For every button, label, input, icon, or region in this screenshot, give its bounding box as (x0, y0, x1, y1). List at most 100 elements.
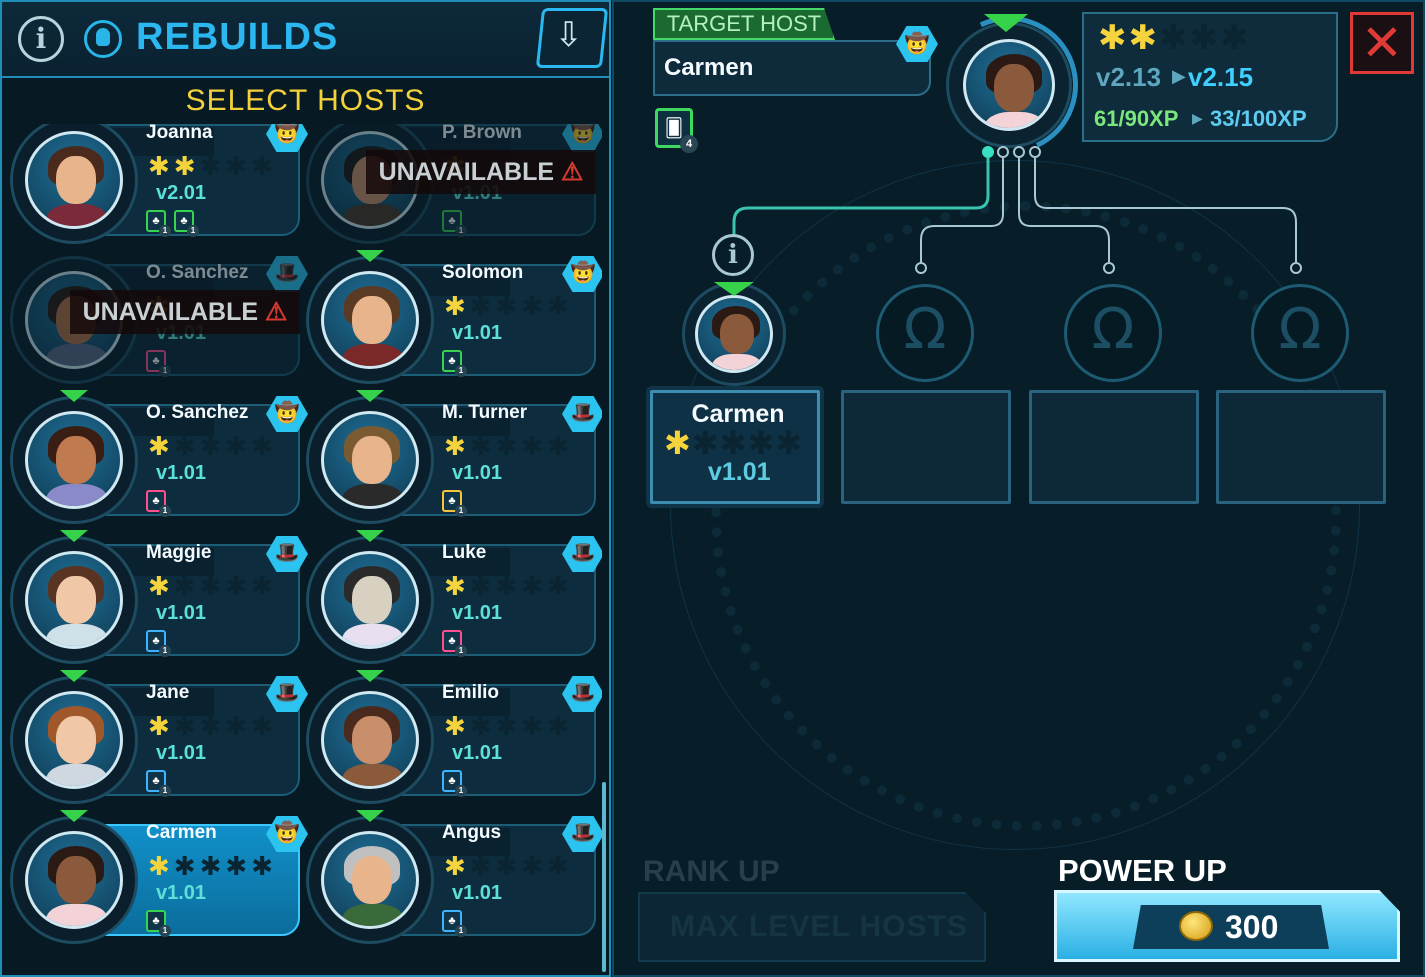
skill-card-icon: ♣ 1 (442, 210, 467, 237)
host-name: Maggie (146, 542, 212, 563)
version-current: v2.13 (1096, 62, 1162, 92)
coin-icon (1179, 911, 1213, 941)
empty-host-icon: Ω (903, 297, 947, 362)
host-card[interactable]: Emilio ✱✱✱✱✱ v1.01 ♣ 1 🎩 (306, 670, 602, 804)
skill-card-icon: ♣ 1 (146, 350, 171, 377)
host-name: P. Brown (442, 124, 522, 143)
host-card[interactable]: Maggie ✱✱✱✱✱ v1.01 ♣ 1 🎩 (10, 530, 308, 664)
host-avatar (306, 676, 434, 804)
slot-2-card[interactable] (841, 390, 1011, 504)
host-selection-panel: i REBUILDS ⇩ SELECT HOSTS Joanna ✱✱✱✱✱ v2.… (0, 0, 611, 977)
target-host-name: Carmen (664, 54, 754, 81)
skill-card-icon: ♣ 1 (146, 490, 171, 517)
rank-stars: ✱✱✱✱✱ (444, 571, 573, 601)
slot-4-card[interactable] (1216, 390, 1386, 504)
host-list[interactable]: Joanna✱✱✱✱✱v2.01♣1♣1🤠P. Brown✱✱✱✱✱v1.01♣… (10, 124, 602, 974)
host-version: v1.01 (452, 462, 503, 484)
info-icon[interactable]: i (712, 234, 754, 276)
host-card[interactable]: Carmen ✱✱✱✱✱ v1.01 ♣ 1 🤠 (10, 810, 308, 944)
rank-stars: ✱✱✱✱✱ (444, 851, 573, 881)
host-avatar (306, 396, 434, 524)
page-title: REBUILDS (136, 16, 339, 58)
host-card[interactable]: Joanna ✱✱✱✱✱ v2.01 ♣ 1 ♣ 1 🤠 (10, 124, 308, 244)
host-name: Angus (442, 822, 502, 843)
slot-1-avatar[interactable] (682, 282, 786, 386)
skill-card-icon: ♣ 1 (442, 630, 467, 657)
close-button[interactable]: ✕ (1350, 12, 1414, 74)
host-version: v1.01 (156, 742, 207, 764)
skill-card-icon: ♣ 1 (442, 910, 467, 937)
host-avatar (306, 256, 434, 384)
host-version: v1.01 (452, 882, 503, 904)
available-indicator (356, 530, 384, 542)
unavailable-banner: UNAVAILABLE ⚠ (70, 290, 300, 334)
host-card[interactable]: M. Turner ✱✱✱✱✱ v1.01 ♣ 1 🎩 (306, 390, 602, 524)
empty-slot-ring[interactable]: Ω (1064, 284, 1162, 382)
host-card[interactable]: P. Brown✱✱✱✱✱v1.01♣1🤠UNAVAILABLE ⚠ (306, 124, 602, 244)
card-count: 1 (159, 645, 171, 657)
host-name: Jane (146, 682, 190, 703)
host-version: v1.01 (156, 462, 207, 484)
host-card[interactable]: O. Sanchez ✱✱✱✱✱ v1.01 ♣ 1 🤠 (10, 390, 308, 524)
host-avatar (10, 396, 138, 524)
sort-button[interactable]: ⇩ (535, 8, 609, 68)
skill-card-icon: ♣ 1 (146, 770, 171, 797)
power-up-label: POWER UP (1058, 853, 1227, 888)
card-count: 1 (159, 225, 171, 237)
card-count: 4 (680, 135, 698, 153)
version-next: v2.15 (1188, 62, 1254, 92)
pager-dot[interactable] (997, 146, 1009, 158)
host-version: v1.01 (452, 322, 503, 344)
pager-dot[interactable] (1013, 146, 1025, 158)
select-hosts-heading: SELECT HOSTS (185, 84, 426, 117)
info-icon[interactable]: i (18, 16, 64, 62)
unavailable-banner: UNAVAILABLE ⚠ (366, 150, 596, 194)
power-up-button[interactable]: 300 (1054, 890, 1400, 962)
host-card[interactable]: O. Sanchez✱✱✱✱✱v1.01♣1🎩UNAVAILABLE ⚠ (10, 256, 308, 384)
host-version: v2.01 (156, 182, 207, 204)
rank-up-label: RANK UP (643, 855, 780, 888)
host-card[interactable]: Solomon ✱✱✱✱✱ v1.01 ♣ 1 🤠 (306, 250, 602, 384)
warning-icon: ⚠ (560, 158, 584, 186)
rank-up-button[interactable]: MAX LEVEL HOSTS (638, 892, 986, 962)
host-list-scrollbar[interactable] (602, 782, 606, 972)
rank-stars: ✱✱✱✱✱ (148, 431, 277, 461)
host-name: Emilio (442, 682, 500, 703)
connector-node (1103, 262, 1115, 274)
unavailable-label: UNAVAILABLE (82, 298, 259, 326)
slot-1-stars: ✱✱✱✱✱ (664, 425, 804, 461)
panel-header: i REBUILDS ⇩ (2, 2, 609, 78)
card-count: 1 (455, 365, 467, 377)
card-deck-icon: 🂠 4 (655, 108, 698, 153)
rank-stars: ✱✱✱✱✱ (148, 571, 277, 601)
available-indicator (60, 670, 88, 682)
host-card[interactable]: Luke ✱✱✱✱✱ v1.01 ♣ 1 🎩 (306, 530, 602, 664)
skill-card-icon: ♣ 1 (146, 910, 171, 937)
slot-1-version: v1.01 (708, 458, 771, 486)
slot-3-card[interactable] (1029, 390, 1199, 504)
available-indicator (356, 250, 384, 262)
empty-slot-ring[interactable]: Ω (1251, 284, 1349, 382)
empty-slot-ring[interactable]: Ω (876, 284, 974, 382)
host-avatar (10, 676, 138, 804)
available-indicator (714, 282, 754, 296)
rank-stars: ✱✱✱✱✱ (148, 711, 277, 741)
skill-card-icon: ♣ 1 (146, 630, 171, 657)
unavailable-label: UNAVAILABLE (378, 158, 555, 186)
arrow-right-icon: ▶ (1192, 110, 1203, 126)
host-name: M. Turner (442, 402, 528, 423)
card-count: 1 (455, 505, 467, 517)
target-rank-stars: ✱✱✱✱✱ (1098, 19, 1251, 57)
target-avatar[interactable] (946, 22, 1072, 148)
card-count: 1 (455, 785, 467, 797)
host-version: v1.01 (452, 742, 503, 764)
pager-dot[interactable] (1029, 146, 1041, 158)
host-card[interactable]: Jane ✱✱✱✱✱ v1.01 ♣ 1 🎩 (10, 670, 308, 804)
host-card[interactable]: Angus ✱✱✱✱✱ v1.01 ♣ 1 🎩 (306, 810, 602, 944)
xp-next: 33/100XP (1210, 106, 1307, 131)
host-avatar (10, 536, 138, 664)
xp-current: 61/90XP (1094, 106, 1179, 131)
host-name: Luke (442, 542, 487, 563)
card-count: 1 (187, 225, 199, 237)
pager-dot[interactable] (982, 146, 994, 158)
